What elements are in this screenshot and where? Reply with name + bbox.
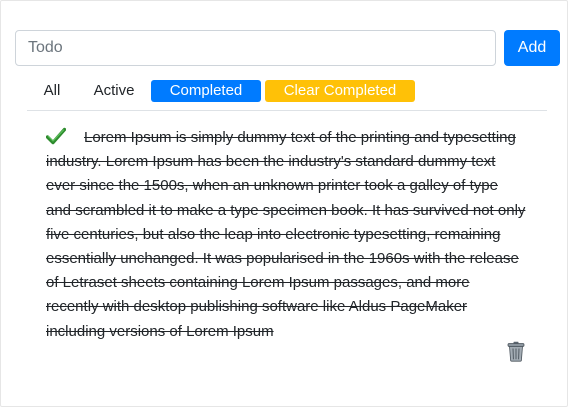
filter-active-button[interactable]: Active	[92, 80, 136, 102]
todo-text: Lorem Ipsum is simply dummy text of the …	[46, 129, 526, 340]
add-todo-form: Add	[15, 30, 560, 66]
filter-all-button[interactable]: All	[42, 80, 62, 102]
todo-input[interactable]	[15, 30, 496, 66]
trash-icon[interactable]	[507, 341, 525, 362]
add-button[interactable]: Add	[504, 30, 560, 66]
filter-completed-button[interactable]: Completed	[151, 80, 261, 102]
clear-completed-button[interactable]: Clear Completed	[265, 80, 415, 102]
divider	[27, 110, 547, 111]
